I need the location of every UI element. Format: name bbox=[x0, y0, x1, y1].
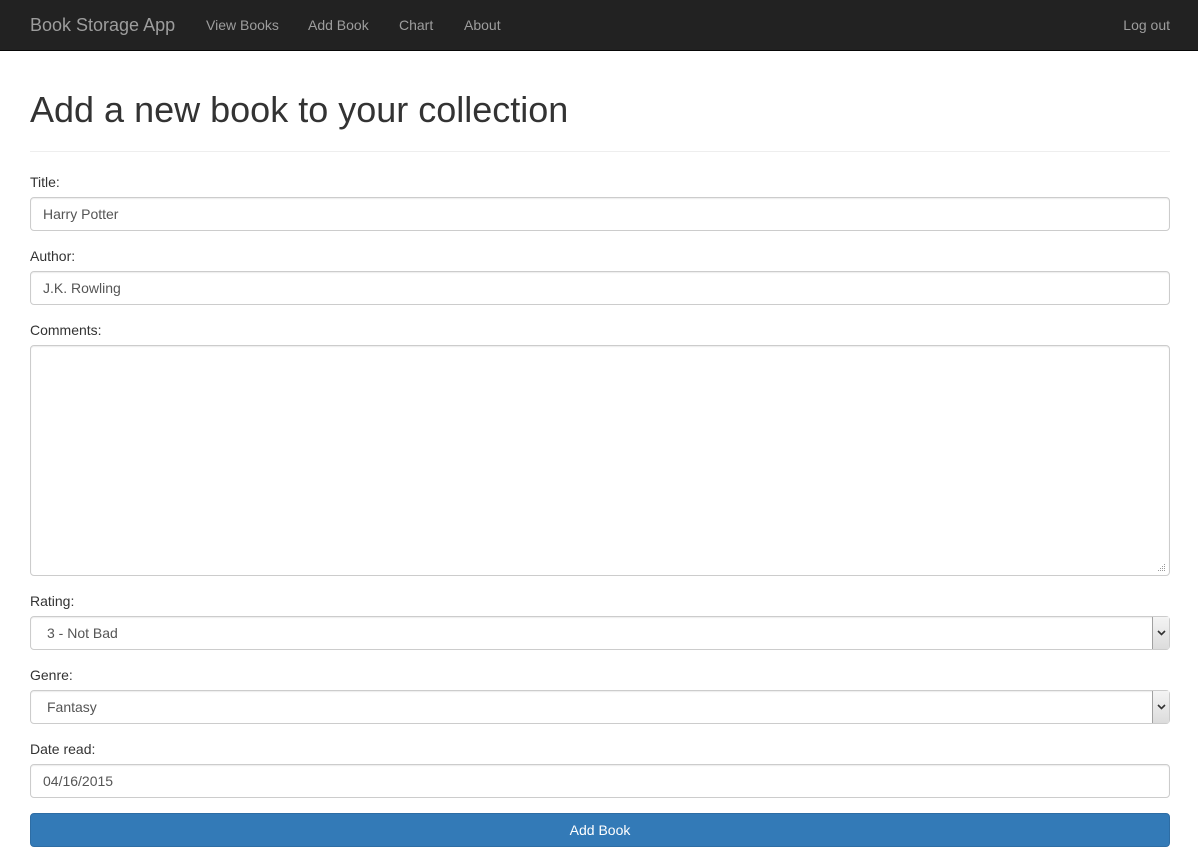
resize-grip-icon[interactable] bbox=[1158, 564, 1166, 572]
nav-about[interactable]: About bbox=[464, 16, 501, 34]
title-input[interactable]: Harry Potter bbox=[30, 197, 1170, 231]
rating-value: 3 - Not Bad bbox=[47, 625, 118, 641]
author-label: Author: bbox=[30, 248, 76, 264]
comments-label: Comments: bbox=[30, 322, 102, 338]
date-read-input[interactable]: 04/16/2015 bbox=[30, 764, 1170, 798]
add-book-button[interactable]: Add Book bbox=[30, 813, 1170, 847]
chevron-down-icon[interactable] bbox=[1152, 617, 1169, 649]
title-label: Title: bbox=[30, 174, 60, 190]
logout-link[interactable]: Log out bbox=[1123, 16, 1170, 34]
genre-value: Fantasy bbox=[47, 699, 97, 715]
author-input[interactable]: J.K. Rowling bbox=[30, 271, 1170, 305]
rating-select[interactable]: 3 - Not Bad bbox=[30, 616, 1170, 650]
genre-label: Genre: bbox=[30, 667, 73, 683]
date-read-label: Date read: bbox=[30, 741, 96, 757]
page-title: Add a new book to your collection bbox=[30, 89, 569, 130]
brand-link[interactable]: Book Storage App bbox=[30, 14, 175, 36]
nav-view-books[interactable]: View Books bbox=[206, 16, 279, 34]
nav-chart[interactable]: Chart bbox=[399, 16, 433, 34]
genre-select[interactable]: Fantasy bbox=[30, 690, 1170, 724]
page-header: Add a new book to your collection bbox=[30, 88, 1170, 152]
comments-textarea[interactable] bbox=[30, 345, 1170, 576]
top-navbar: Book Storage App View Books Add Book Cha… bbox=[0, 0, 1198, 51]
rating-label: Rating: bbox=[30, 593, 75, 609]
nav-add-book[interactable]: Add Book bbox=[308, 16, 369, 34]
chevron-down-icon[interactable] bbox=[1152, 691, 1169, 723]
